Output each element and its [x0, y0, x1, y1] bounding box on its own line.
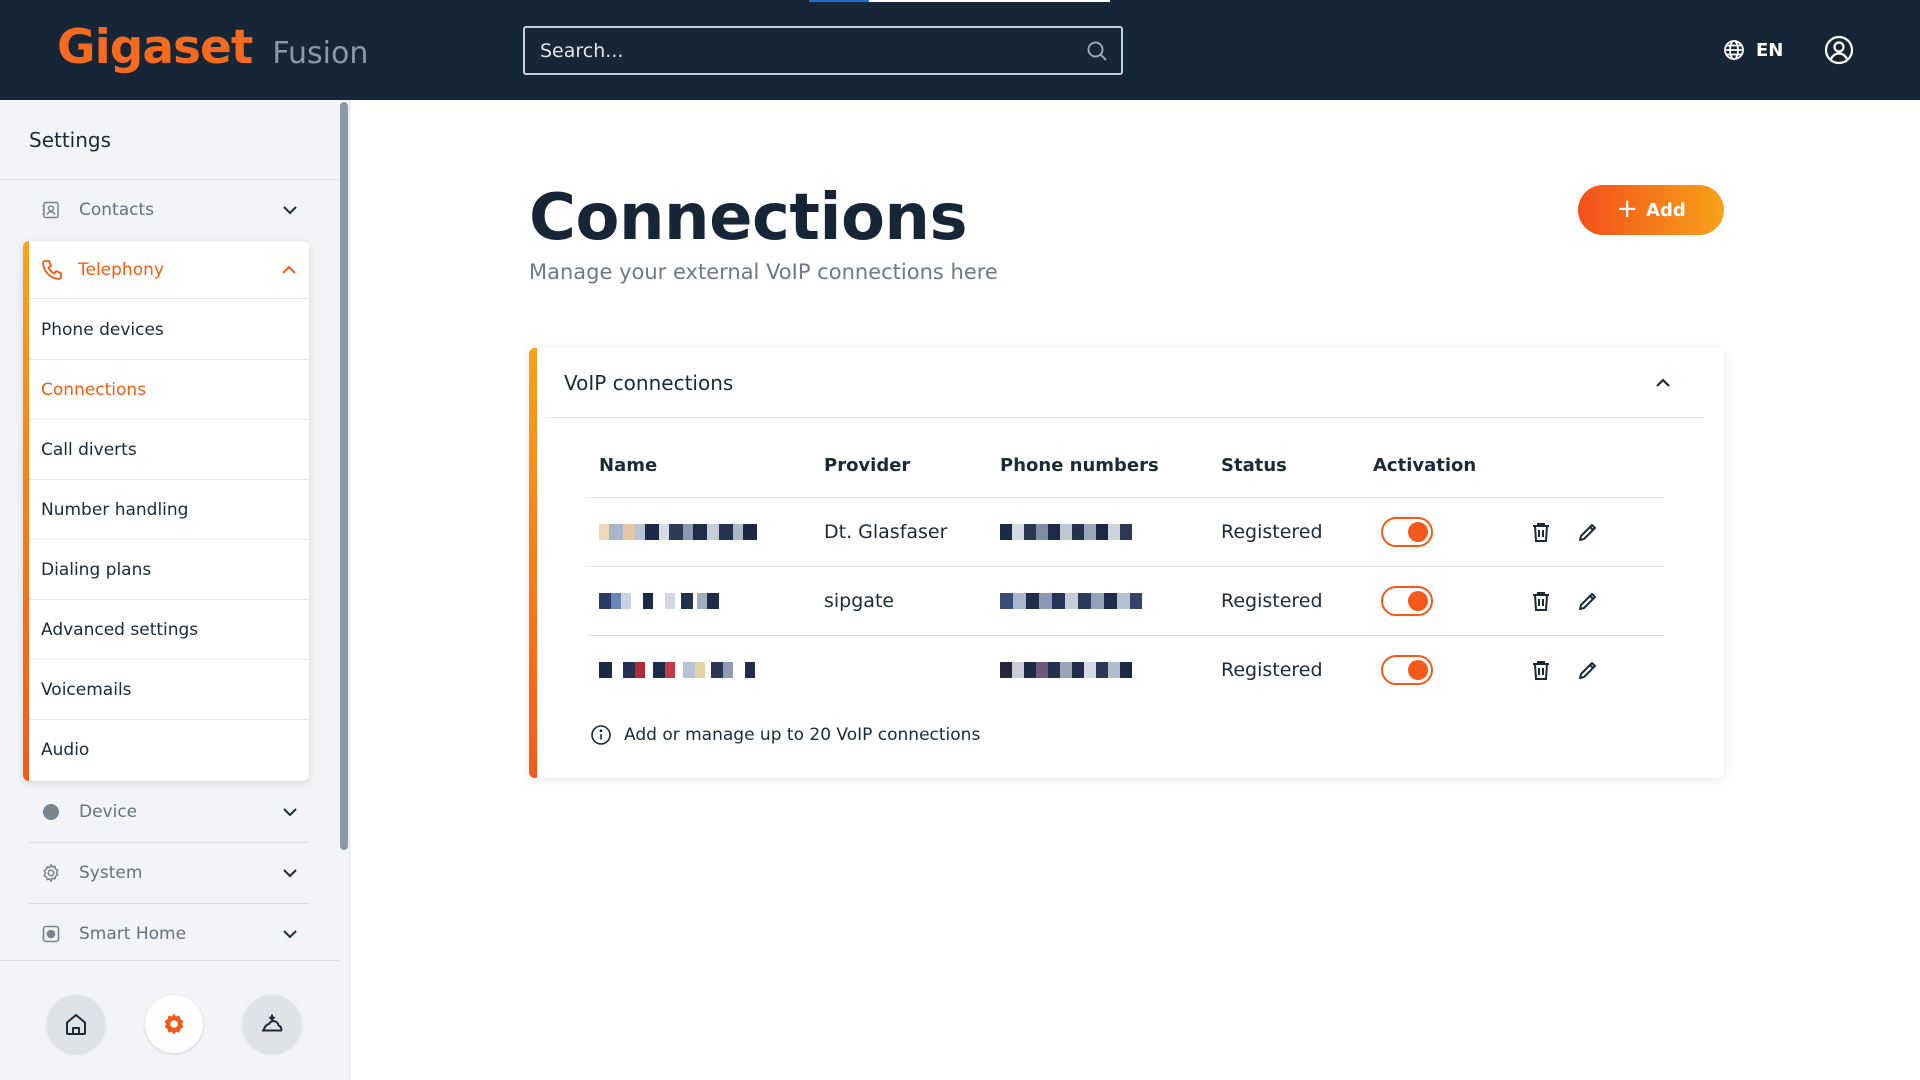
sidebar-item-number-handling[interactable]: Number handling — [29, 480, 309, 540]
trash-icon[interactable] — [1529, 658, 1553, 682]
gear-icon — [43, 863, 59, 883]
language-selector[interactable]: EN — [1722, 33, 1783, 67]
settings-button[interactable] — [145, 995, 203, 1053]
info-text: Add or manage up to 20 VoIP connections — [624, 725, 981, 745]
brand[interactable]: Gigaset Fusion — [57, 18, 368, 78]
loading-bar — [809, 0, 1110, 2]
status-cell: Registered — [1221, 659, 1323, 681]
home-button[interactable] — [47, 995, 105, 1053]
sidebar-group-smart-home[interactable]: Smart Home — [29, 904, 309, 964]
sidebar-item-advanced-settings[interactable]: Advanced settings — [29, 600, 309, 660]
sidebar-group-label: Device — [79, 802, 138, 822]
edit-pencil-icon[interactable] — [1576, 520, 1600, 544]
gigaset-logo: Gigaset — [57, 20, 253, 75]
chevron-up-icon — [1656, 378, 1670, 387]
sidebar-group-system[interactable]: System — [29, 843, 309, 903]
smart-home-icon — [42, 925, 60, 943]
settings-gear-icon — [164, 1013, 184, 1035]
product-name: Fusion — [272, 36, 369, 71]
sidebar-title: Settings — [29, 128, 112, 152]
search-box — [523, 26, 1123, 75]
activation-toggle[interactable] — [1381, 517, 1433, 547]
globe-icon — [1724, 40, 1744, 60]
redacted-phone-number — [1000, 662, 1132, 678]
sidebar-group-label: Telephony — [78, 259, 164, 280]
bottom-dock — [0, 960, 340, 1080]
table-row[interactable]: Dt. Glasfaser Registered — [589, 498, 1664, 567]
sidebar-item-audio[interactable]: Audio — [29, 720, 309, 780]
telephony-section: Telephony Phone devices Connections Call… — [23, 241, 309, 781]
card-title: VoIP connections — [564, 371, 734, 395]
sidebar-item-connections[interactable]: Connections — [29, 360, 309, 420]
search-input[interactable] — [525, 28, 1121, 73]
column-phone-numbers: Phone numbers — [1000, 455, 1159, 476]
sidebar-group-label: Smart Home — [79, 924, 187, 944]
sidebar-group-device[interactable]: Device — [29, 782, 309, 842]
sidebar-group-label: Contacts — [79, 200, 154, 220]
cloud-user-button[interactable] — [243, 995, 301, 1053]
trash-icon[interactable] — [1529, 520, 1553, 544]
device-icon — [43, 804, 59, 820]
column-provider: Provider — [824, 455, 911, 476]
search-icon[interactable] — [1085, 39, 1109, 63]
sidebar-group-label: System — [79, 863, 143, 883]
edit-pencil-icon[interactable] — [1576, 589, 1600, 613]
chevron-down-icon — [283, 930, 297, 939]
sidebar-item-phone-devices[interactable]: Phone devices — [29, 300, 309, 360]
settings-sidebar: Settings Contacts Telephony Phone device… — [0, 100, 350, 1080]
table-row[interactable]: sipgate Registered — [589, 567, 1664, 636]
provider-cell: Dt. Glasfaser — [824, 521, 948, 543]
voip-connections-card: VoIP connections Name Provider Phone num… — [529, 348, 1724, 778]
sidebar-item-voicemails[interactable]: Voicemails — [29, 660, 309, 720]
chevron-down-icon — [283, 808, 297, 817]
table-header: Name Provider Phone numbers Status Activ… — [589, 448, 1664, 498]
home-icon — [66, 1014, 86, 1035]
sidebar-item-call-diverts[interactable]: Call diverts — [29, 420, 309, 480]
page-subtitle: Manage your external VoIP connections he… — [529, 260, 998, 284]
chevron-down-icon — [283, 206, 297, 215]
redacted-phone-number — [1000, 524, 1132, 540]
redacted-phone-number — [1000, 593, 1142, 609]
column-activation: Activation — [1373, 455, 1477, 476]
redacted-name — [599, 593, 719, 609]
language-label: EN — [1756, 39, 1784, 61]
contacts-icon — [42, 201, 59, 219]
phone-icon — [42, 259, 62, 280]
column-status: Status — [1221, 455, 1287, 476]
sidebar-item-dialing-plans[interactable]: Dialing plans — [29, 540, 309, 600]
sidebar-group-contacts[interactable]: Contacts — [29, 180, 309, 240]
info-icon — [591, 725, 611, 745]
chevron-down-icon — [283, 869, 297, 878]
column-name: Name — [599, 455, 658, 476]
redacted-name — [599, 662, 755, 678]
top-bar: Gigaset Fusion EN — [0, 0, 1920, 100]
voip-connections-header[interactable]: VoIP connections — [549, 348, 1704, 418]
trash-icon[interactable] — [1529, 589, 1553, 613]
edit-pencil-icon[interactable] — [1576, 658, 1600, 682]
page-title: Connections — [529, 181, 968, 255]
redacted-name — [599, 524, 764, 540]
chevron-up-icon — [282, 265, 296, 274]
status-cell: Registered — [1221, 590, 1323, 612]
provider-cell: sipgate — [824, 590, 895, 612]
card-accent-bar — [529, 348, 537, 778]
status-cell: Registered — [1221, 521, 1323, 543]
main-content: Connections Manage your external VoIP co… — [350, 100, 1920, 1080]
sidebar-group-telephony[interactable]: Telephony — [29, 241, 309, 299]
add-connection-button[interactable]: + Add — [1578, 185, 1724, 235]
cloud-user-icon — [262, 1014, 283, 1032]
activation-toggle[interactable] — [1381, 655, 1433, 685]
table-row[interactable]: Registered — [589, 636, 1664, 705]
info-note: Add or manage up to 20 VoIP connections — [590, 720, 980, 750]
add-button-label: Add — [1646, 199, 1686, 221]
user-account-icon[interactable] — [1823, 34, 1855, 66]
plus-icon: + — [1616, 194, 1639, 224]
sidebar-scrollbar[interactable] — [340, 102, 348, 850]
activation-toggle[interactable] — [1381, 586, 1433, 616]
